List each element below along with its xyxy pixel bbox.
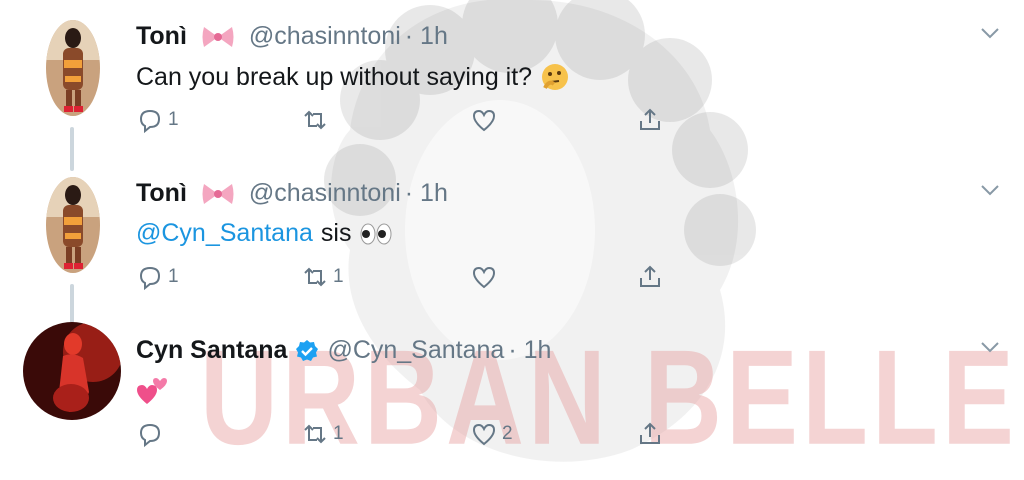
retweet-icon — [304, 424, 326, 444]
reply-button[interactable] — [136, 420, 168, 448]
timestamp[interactable]: · 1h — [508, 336, 551, 365]
share-button[interactable] — [636, 106, 664, 134]
reply-icon — [139, 266, 161, 291]
tweet[interactable]: Tonì @chasinntoni · 1h Can you break up … — [0, 0, 1024, 150]
chevron-down-icon[interactable] — [980, 26, 1000, 40]
timestamp[interactable]: · 1h — [405, 22, 448, 51]
display-name[interactable]: Tonì — [136, 179, 187, 208]
retweet-icon — [304, 110, 326, 130]
share-button[interactable] — [636, 263, 664, 291]
retweet-count: 1 — [333, 266, 344, 287]
tweet-text: Can you break up without saying it? — [136, 62, 533, 91]
reply-count: 1 — [168, 109, 179, 130]
handle[interactable]: @Cyn_Santana — [327, 336, 504, 365]
display-name[interactable]: Tonì — [136, 22, 187, 51]
heart-icon — [472, 266, 496, 289]
reply-button[interactable]: 1 — [136, 263, 179, 291]
handle[interactable]: @chasinntoni — [249, 179, 401, 208]
bow-emoji-icon — [202, 26, 234, 47]
like-count: 2 — [502, 423, 513, 444]
retweet-icon — [304, 267, 326, 287]
like-button[interactable] — [470, 106, 502, 134]
reply-count: 1 — [168, 266, 179, 287]
share-icon — [640, 265, 660, 287]
like-button[interactable] — [470, 263, 502, 291]
thinking-face-emoji-icon — [542, 64, 569, 90]
heart-icon — [472, 423, 496, 446]
avatar[interactable] — [46, 20, 100, 116]
avatar[interactable] — [46, 177, 100, 273]
retweet-count: 1 — [333, 423, 344, 444]
reply-icon — [139, 109, 161, 134]
timestamp[interactable]: · 1h — [405, 179, 448, 208]
tweet[interactable]: Cyn Santana @Cyn_Santana · 1h 1 2 — [0, 314, 1024, 464]
bow-emoji-icon — [202, 183, 234, 204]
heart-icon — [472, 109, 496, 132]
tweet[interactable]: Tonì @chasinntoni · 1h @Cyn_Santana sis … — [0, 157, 1024, 307]
share-icon — [640, 422, 660, 444]
retweet-button[interactable] — [301, 106, 333, 134]
two-hearts-emoji-icon — [137, 378, 167, 404]
display-name[interactable]: Cyn Santana — [136, 336, 287, 365]
verified-badge-icon — [296, 339, 319, 361]
chevron-down-icon[interactable] — [980, 183, 1000, 197]
mention-link[interactable]: @Cyn_Santana — [136, 219, 313, 248]
reply-button[interactable]: 1 — [136, 106, 179, 134]
tweet-text: sis — [320, 219, 352, 247]
retweet-button[interactable]: 1 — [301, 263, 344, 291]
reply-icon — [139, 423, 161, 448]
handle[interactable]: @chasinntoni — [249, 22, 401, 51]
retweet-button[interactable]: 1 — [301, 420, 344, 448]
chevron-down-icon[interactable] — [980, 340, 1000, 354]
eyes-emoji-icon — [360, 223, 392, 244]
like-button[interactable]: 2 — [470, 420, 513, 448]
avatar[interactable] — [23, 322, 121, 420]
share-icon — [640, 108, 660, 130]
share-button[interactable] — [636, 420, 664, 448]
